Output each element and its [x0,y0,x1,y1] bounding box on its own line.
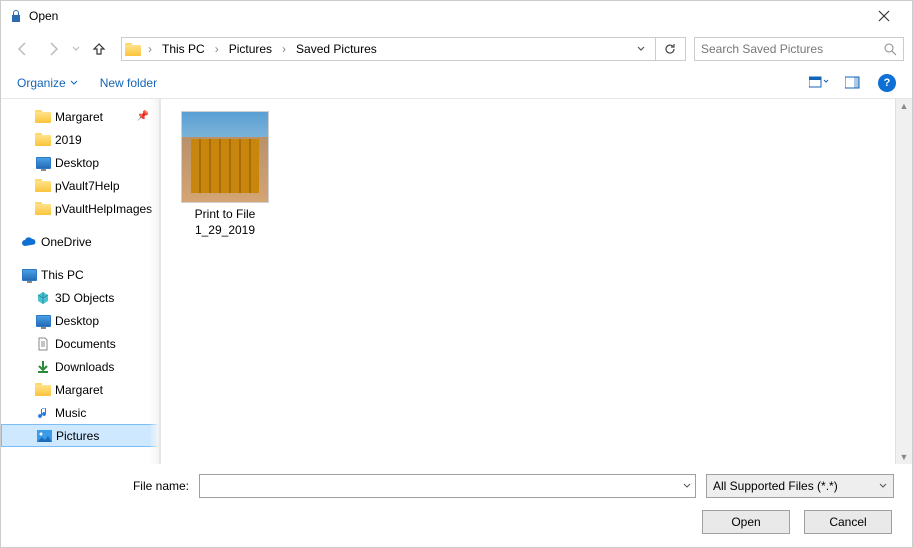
navigation-tree[interactable]: Margaret 📌 2019 Desktop pVault7Help pVau… [1,99,159,464]
new-folder-label: New folder [100,76,157,90]
back-button[interactable] [9,35,37,63]
filetype-select[interactable]: All Supported Files (*.*) [706,474,894,498]
chevron-down-icon[interactable] [683,482,691,490]
lock-icon [9,9,23,23]
tree-item-label: Desktop [55,314,99,328]
breadcrumb-segment[interactable]: This PC [158,42,209,56]
help-button[interactable]: ? [878,74,896,92]
desktop-icon [35,313,51,329]
search-box[interactable] [694,37,904,61]
tree-item-pictures[interactable]: Pictures [1,424,159,447]
filename-input[interactable] [199,474,696,498]
forward-button[interactable] [39,35,67,63]
filetype-label: All Supported Files (*.*) [713,479,838,493]
address-bar[interactable]: › This PC › Pictures › Saved Pictures [121,37,686,61]
tree-item-pvaulthelpimages[interactable]: pVaultHelpImages [1,197,159,220]
tree-item-documents[interactable]: Documents [1,332,159,355]
downloads-icon [35,359,51,375]
filename-label: File name: [19,479,189,493]
tree-item-label: pVaultHelpImages [55,202,152,216]
window-title: Open [29,9,864,23]
search-input[interactable] [701,42,884,56]
tree-item-label: 3D Objects [55,291,114,305]
tree-item-label: 2019 [55,133,82,147]
tree-item-label: Desktop [55,156,99,170]
tree-item-onedrive[interactable]: OneDrive [1,230,159,253]
tree-item-label: OneDrive [41,235,92,249]
tree-item-thispc[interactable]: This PC [1,263,159,286]
open-button[interactable]: Open [702,510,790,534]
tree-item-label: pVault7Help [55,179,120,193]
tree-item-label: This PC [41,268,84,282]
chevron-right-icon[interactable]: › [211,42,223,56]
nav-row: › This PC › Pictures › Saved Pictures [1,31,912,67]
recent-dropdown[interactable] [69,35,83,63]
chevron-right-icon[interactable]: › [278,42,290,56]
desktop-icon [35,155,51,171]
folder-icon [35,132,51,148]
tree-item-margaret-pc[interactable]: Margaret [1,378,159,401]
tree-item-music[interactable]: Music [1,401,159,424]
breadcrumb-segment[interactable]: Saved Pictures [292,42,381,56]
preview-pane-button[interactable] [838,71,868,95]
file-item[interactable]: Print to File 1_29_2019 [171,109,279,240]
thispc-icon [21,267,37,283]
scrollbar[interactable]: ▲ ▼ [895,99,912,464]
folder-icon [35,382,51,398]
scroll-down-icon[interactable]: ▼ [900,452,909,462]
organize-label: Organize [17,76,66,90]
3d-objects-icon [35,290,51,306]
organize-button[interactable]: Organize [17,76,78,90]
tree-item-3d-objects[interactable]: 3D Objects [1,286,159,309]
tree-item-pvault7help[interactable]: pVault7Help [1,174,159,197]
tree-item-label: Pictures [56,429,99,443]
tree-item-margaret[interactable]: Margaret 📌 [1,105,159,128]
titlebar: Open [1,1,912,31]
tree-item-label: Margaret [55,110,103,124]
pictures-icon [36,428,52,444]
file-list[interactable]: Print to File 1_29_2019 ▲ ▼ [161,99,912,464]
folder-icon [35,201,51,217]
address-dropdown[interactable] [637,45,653,53]
cancel-button[interactable]: Cancel [804,510,892,534]
documents-icon [35,336,51,352]
tree-item-desktop-pc[interactable]: Desktop [1,309,159,332]
folder-icon [35,178,51,194]
tree-item-label: Music [55,406,86,420]
tree-item-label: Documents [55,337,116,351]
refresh-button[interactable] [655,37,683,61]
folder-icon [35,109,51,125]
onedrive-icon [21,234,37,250]
tree-item-label: Margaret [55,383,103,397]
search-icon[interactable] [884,43,897,56]
up-button[interactable] [85,35,113,63]
close-button[interactable] [864,1,904,31]
body: Margaret 📌 2019 Desktop pVault7Help pVau… [1,99,912,464]
view-mode-button[interactable] [804,71,834,95]
bottom-panel: File name: All Supported Files (*.*) Ope… [1,464,912,544]
folder-icon [124,40,142,58]
tree-item-label: Downloads [55,360,114,374]
breadcrumb-segment[interactable]: Pictures [225,42,276,56]
file-thumbnail [181,111,269,203]
tree-item-downloads[interactable]: Downloads [1,355,159,378]
file-name: Print to File 1_29_2019 [195,207,256,238]
tree-item-2019[interactable]: 2019 [1,128,159,151]
music-icon [35,405,51,421]
scroll-up-icon[interactable]: ▲ [900,101,909,111]
toolbar: Organize New folder ? [1,67,912,99]
new-folder-button[interactable]: New folder [100,76,157,90]
pin-icon: 📌 [137,111,149,122]
chevron-down-icon[interactable] [879,482,887,490]
tree-item-desktop[interactable]: Desktop [1,151,159,174]
chevron-right-icon[interactable]: › [144,42,156,56]
